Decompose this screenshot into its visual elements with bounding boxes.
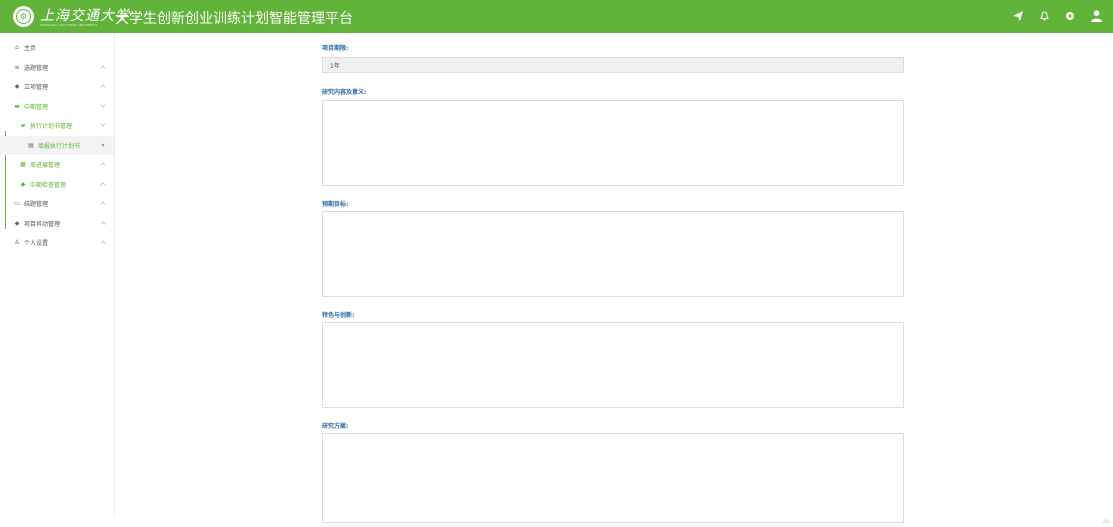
chevron-up-icon — [100, 239, 106, 245]
shield-icon: ◆ — [13, 220, 21, 227]
sidebar-item-project-approval[interactable]: ◆ 立项管理 — [0, 77, 114, 97]
sidebar-item-weekly-progress-management[interactable]: ▦ 周进展管理 — [0, 155, 114, 175]
sidebar-item-label: 执行计划书管理 — [30, 121, 72, 130]
shield-icon: ◆ — [13, 83, 21, 90]
sidebar-item-conclusion-management[interactable]: ▭ 结题管理 — [0, 194, 114, 214]
sidebar-item-label: 周进展管理 — [30, 160, 60, 169]
chevron-up-icon — [100, 181, 106, 187]
sidebar-item-label: 结题管理 — [24, 199, 48, 208]
sidebar-item-midterm-check-management[interactable]: ◆ 中期检查管理 — [0, 175, 114, 195]
sidebar-item-home[interactable]: ⌂ 主页 — [0, 38, 114, 58]
chevron-up-icon — [100, 161, 106, 167]
calendar-icon: ▦ — [19, 161, 27, 168]
list-icon: ≡ — [13, 64, 21, 71]
sidebar-item-label: 选题管理 — [24, 63, 48, 72]
check-icon: ◆ — [19, 181, 27, 188]
sidebar-item-fill-execution-plan[interactable]: ▤ 填报执行计划书 — [0, 136, 114, 156]
home-icon: ⌂ — [13, 44, 21, 51]
sidebar-item-label: 立项管理 — [24, 82, 48, 91]
content-label: 研究内容及意义: — [322, 87, 366, 96]
university-seal-logo: ⚙ — [13, 6, 34, 27]
send-icon[interactable] — [1011, 9, 1025, 23]
chevron-down-icon — [100, 122, 106, 128]
sidebar-item-personal-settings[interactable]: ♙ 个人设置 — [0, 233, 114, 253]
features-label: 特色与创新: — [322, 310, 354, 319]
seal-emblem: ⚙ — [16, 9, 31, 24]
chevron-up-icon — [100, 200, 106, 206]
sidebar-item-label: 中期检查管理 — [30, 180, 66, 189]
top-bar: ⚙ 上海交通大学 SHANGHAI JIAO TONG UNIVERSITY 大… — [0, 0, 1113, 33]
goals-label: 预期目标: — [322, 199, 348, 208]
features-textarea[interactable] — [322, 322, 904, 408]
monitor-icon: ▭ — [13, 200, 21, 207]
app-title: 大学生创新创业训练计划智能管理平台 — [115, 8, 353, 28]
settings-icon[interactable] — [1063, 9, 1077, 23]
sidebar-item-execution-plan-management[interactable]: ▰ 执行计划书管理 — [0, 116, 114, 136]
active-dot-icon — [100, 142, 106, 148]
chevron-up-icon — [100, 64, 106, 70]
content-textarea[interactable] — [322, 100, 904, 186]
user-icon[interactable] — [1089, 9, 1103, 23]
plan-label: 研究方案: — [322, 421, 348, 430]
sidebar-item-project-change-management[interactable]: ◆ 项目异动管理 — [0, 214, 114, 234]
duration-value: 1年 — [330, 61, 340, 70]
sidebar-item-midterm-management[interactable]: ▬ 中期管理 — [0, 97, 114, 117]
university-logo-subtext: SHANGHAI JIAO TONG UNIVERSITY — [40, 23, 97, 27]
doc-icon: ▤ — [27, 142, 35, 149]
sidebar: ⌂ 主页 ≡ 选题管理 ◆ 立项管理 ▬ 中期管理 ▰ 执行计划书管理 ▤ 填报… — [0, 33, 115, 516]
chevron-up-icon — [100, 220, 106, 226]
duration-field[interactable]: 1年 — [322, 57, 904, 73]
sidebar-item-label: 主页 — [24, 43, 36, 52]
goals-textarea[interactable] — [322, 211, 904, 297]
plan-textarea[interactable] — [322, 433, 904, 523]
screen-icon: ▬ — [13, 103, 21, 110]
sidebar-item-label: 中期管理 — [24, 102, 48, 111]
scroll-corner-icon[interactable] — [1099, 508, 1113, 516]
book-icon: ▰ — [19, 122, 27, 129]
sidebar-item-topic-management[interactable]: ≡ 选题管理 — [0, 58, 114, 78]
chevron-down-icon — [100, 103, 106, 109]
sidebar-item-label: 填报执行计划书 — [38, 141, 80, 150]
bell-icon[interactable] — [1037, 9, 1051, 23]
person-icon: ♙ — [13, 239, 21, 246]
top-icons — [1011, 9, 1103, 23]
duration-label: 项目期限: — [322, 43, 348, 52]
chevron-up-icon — [100, 83, 106, 89]
sidebar-item-label: 个人设置 — [24, 238, 48, 247]
sidebar-item-label: 项目异动管理 — [24, 219, 60, 228]
